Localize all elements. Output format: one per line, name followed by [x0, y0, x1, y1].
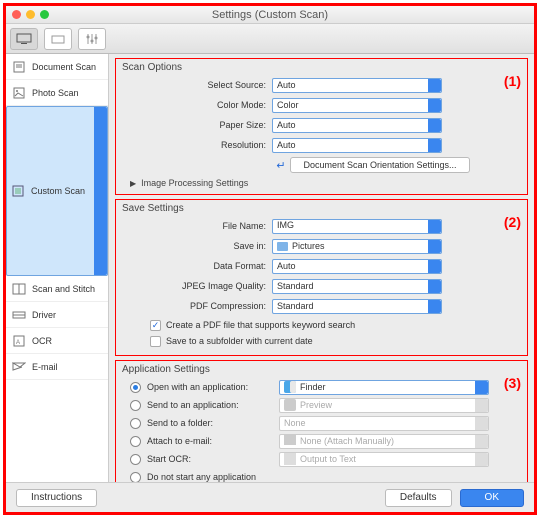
orientation-settings-button[interactable]: Document Scan Orientation Settings...	[290, 157, 470, 173]
image-processing-disclosure[interactable]: ▶Image Processing Settings	[130, 178, 521, 188]
sidebar-item-scan-and-stitch[interactable]: Scan and Stitch	[6, 276, 108, 302]
printer-icon	[50, 33, 66, 45]
toolbar	[6, 24, 534, 54]
select-source-label: Select Source:	[122, 80, 272, 90]
pdf-compression-dropdown[interactable]: Standard	[272, 299, 442, 314]
ocr-icon: A	[12, 335, 26, 347]
custom-icon	[11, 185, 25, 197]
color-mode-label: Color Mode:	[122, 100, 272, 110]
scan-from-computer-tab[interactable]	[10, 28, 38, 50]
open-with-dropdown[interactable]: Finder	[279, 380, 489, 395]
annotation-3: (3)	[504, 375, 521, 391]
section-title: Application Settings	[122, 364, 521, 375]
color-mode-dropdown[interactable]: Color	[272, 98, 442, 113]
instructions-button[interactable]: Instructions	[16, 489, 97, 507]
send-app-dropdown[interactable]: Preview	[279, 398, 489, 413]
sidebar-item-driver[interactable]: Driver	[6, 302, 108, 328]
send-folder-label: Send to a folder:	[147, 418, 273, 428]
photo-icon	[12, 87, 26, 99]
resolution-dropdown[interactable]: Auto	[272, 138, 442, 153]
jpeg-quality-dropdown[interactable]: Standard	[272, 279, 442, 294]
resolution-label: Resolution:	[122, 140, 272, 150]
send-folder-dropdown[interactable]: None	[279, 416, 489, 431]
pdf-compression-label: PDF Compression:	[122, 301, 272, 311]
pdf-keyword-checkbox[interactable]: ✓	[150, 320, 161, 331]
sidebar-item-document-scan[interactable]: Document Scan	[6, 54, 108, 80]
sidebar-item-label: OCR	[32, 336, 52, 346]
start-ocr-label: Start OCR:	[147, 454, 273, 464]
document-icon	[12, 61, 26, 73]
folder-icon	[277, 242, 288, 251]
open-with-label: Open with an application:	[147, 382, 273, 392]
sidebar-item-label: Scan and Stitch	[32, 284, 95, 294]
data-format-dropdown[interactable]: Auto	[272, 259, 442, 274]
settings-window: Settings (Custom Scan) Document Scan Pho…	[3, 3, 537, 515]
annotation-2: (2)	[504, 214, 521, 230]
attach-email-radio[interactable]	[130, 436, 141, 447]
do-not-start-radio[interactable]	[130, 472, 141, 483]
titlebar: Settings (Custom Scan)	[6, 6, 534, 24]
sidebar-item-label: E-mail	[32, 362, 58, 372]
pdf-keyword-label: Create a PDF file that supports keyword …	[166, 320, 355, 330]
driver-icon	[12, 309, 26, 321]
finder-icon	[284, 381, 296, 393]
subfolder-checkbox[interactable]	[150, 336, 161, 347]
paper-size-dropdown[interactable]: Auto	[272, 118, 442, 133]
orientation-icon: ↵	[272, 159, 290, 172]
jpeg-quality-label: JPEG Image Quality:	[122, 281, 272, 291]
sidebar-item-ocr[interactable]: A OCR	[6, 328, 108, 354]
attach-email-dropdown[interactable]: None (Attach Manually)	[279, 434, 489, 449]
do-not-start-label: Do not start any application	[147, 472, 256, 482]
subfolder-label: Save to a subfolder with current date	[166, 336, 313, 346]
save-in-dropdown[interactable]: Pictures	[272, 239, 442, 254]
section-title: Scan Options	[122, 62, 521, 73]
sidebar-item-email[interactable]: E-mail	[6, 354, 108, 380]
attach-email-label: Attach to e-mail:	[147, 436, 273, 446]
send-app-radio[interactable]	[130, 400, 141, 411]
sidebar-item-label: Driver	[32, 310, 56, 320]
annotation-1: (1)	[504, 73, 521, 89]
open-with-radio[interactable]	[130, 382, 141, 393]
mail-icon	[284, 435, 296, 447]
save-in-label: Save in:	[122, 241, 272, 251]
sliders-icon	[85, 33, 99, 45]
content-area: Scan Options (1) Select Source:Auto Colo…	[109, 54, 534, 482]
stitch-icon	[12, 283, 26, 295]
preview-icon	[284, 399, 296, 411]
sidebar-item-label: Document Scan	[32, 62, 96, 72]
triangle-icon: ▶	[130, 179, 136, 188]
sidebar-item-photo-scan[interactable]: Photo Scan	[6, 80, 108, 106]
save-settings-section: Save Settings (2) File Name:IMG Save in:…	[115, 199, 528, 356]
email-icon	[12, 361, 26, 373]
footer: Instructions Defaults OK	[6, 482, 534, 512]
application-settings-section: Application Settings (3) Open with an ap…	[115, 360, 528, 482]
start-ocr-dropdown[interactable]: Output to Text	[279, 452, 489, 467]
sidebar-item-custom-scan[interactable]: Custom Scan	[6, 106, 108, 276]
svg-text:A: A	[16, 340, 20, 346]
file-name-input[interactable]: IMG	[272, 219, 442, 234]
paper-size-label: Paper Size:	[122, 120, 272, 130]
sidebar: Document Scan Photo Scan Custom Scan Sca…	[6, 54, 109, 482]
file-name-label: File Name:	[122, 221, 272, 231]
send-app-label: Send to an application:	[147, 400, 273, 410]
window-title: Settings (Custom Scan)	[6, 9, 534, 21]
scan-options-section: Scan Options (1) Select Source:Auto Colo…	[115, 58, 528, 195]
section-title: Save Settings	[122, 203, 521, 214]
sidebar-item-label: Photo Scan	[32, 88, 79, 98]
start-ocr-radio[interactable]	[130, 454, 141, 465]
scan-from-panel-tab[interactable]	[44, 28, 72, 50]
data-format-label: Data Format:	[122, 261, 272, 271]
text-icon	[284, 453, 296, 465]
send-folder-radio[interactable]	[130, 418, 141, 429]
general-settings-tab[interactable]	[78, 28, 106, 50]
ok-button[interactable]: OK	[460, 489, 524, 507]
monitor-icon	[16, 33, 32, 45]
defaults-button[interactable]: Defaults	[385, 489, 452, 507]
sidebar-item-label: Custom Scan	[31, 186, 85, 196]
select-source-dropdown[interactable]: Auto	[272, 78, 442, 93]
